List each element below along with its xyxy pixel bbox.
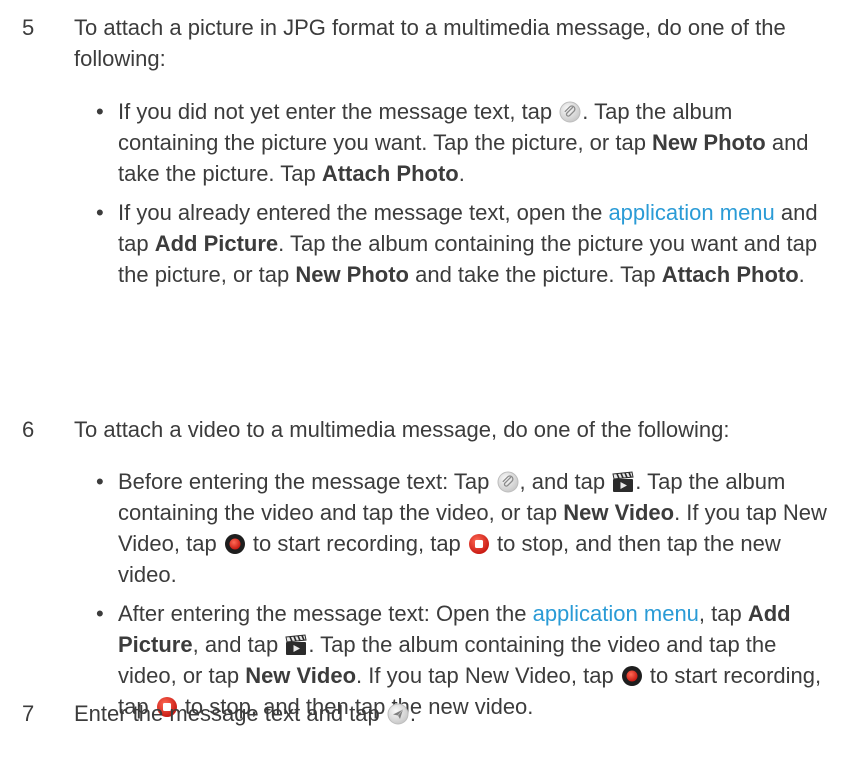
step-text-part: . [409,701,416,726]
paperclip-icon [559,100,581,123]
bullet-text: If you already entered the message text,… [118,200,609,225]
step-intro: To attach a video to a multimedia messag… [74,417,730,442]
new-photo-label: New Photo [652,130,766,155]
bullet-list: If you did not yet enter the message tex… [96,96,836,290]
record-icon [224,532,246,554]
list-item: If you already entered the message text,… [96,197,836,290]
list-item: If you did not yet enter the message tex… [96,96,836,189]
step-text-part: Enter the message text and tap [74,701,386,726]
stop-icon [468,532,490,554]
bullet-text: to start recording, tap [246,531,467,556]
new-video-label: New Video [245,663,357,688]
new-video-label: New Video [563,500,675,525]
record-icon [621,664,643,686]
bullet-text: , tap [698,601,748,626]
bullet-text: , and tap [192,632,285,657]
bullet-text: Before entering the message text: Tap [118,469,496,494]
list-item: Before entering the message text: Tap , … [96,466,836,590]
document-page: 5 To attach a picture in JPG format to a… [0,0,850,757]
bullet-text: . If you tap New Video, tap [356,663,620,688]
bullet-list: Before entering the message text: Tap , … [96,466,836,722]
clapperboard-icon [285,633,307,655]
bullet-text: . [798,262,805,287]
clapperboard-icon [612,470,634,492]
step-number: 7 [22,701,35,726]
attach-photo-label: Attach Photo [321,161,459,186]
bullet-text: and take the picture. Tap [409,262,662,287]
bullet-text: After entering the message text: Open th… [118,601,533,626]
step-number: 6 [22,417,35,442]
new-photo-label: New Photo [295,262,409,287]
application-menu-link[interactable]: application menu [608,200,774,225]
step-number: 5 [22,15,35,40]
bullet-text: , and tap [519,469,612,494]
application-menu-link[interactable]: application menu [533,601,699,626]
bullet-text: If you did not yet enter the message tex… [118,99,559,124]
paperclip-icon [497,470,519,493]
step-intro: To attach a picture in JPG format to a m… [74,15,786,71]
add-picture-label: Add Picture [154,231,279,256]
bullet-text: . [458,161,465,186]
attach-photo-label: Attach Photo [661,262,799,287]
send-icon [387,702,409,725]
step-text: Enter the message text and tap . [74,698,834,729]
